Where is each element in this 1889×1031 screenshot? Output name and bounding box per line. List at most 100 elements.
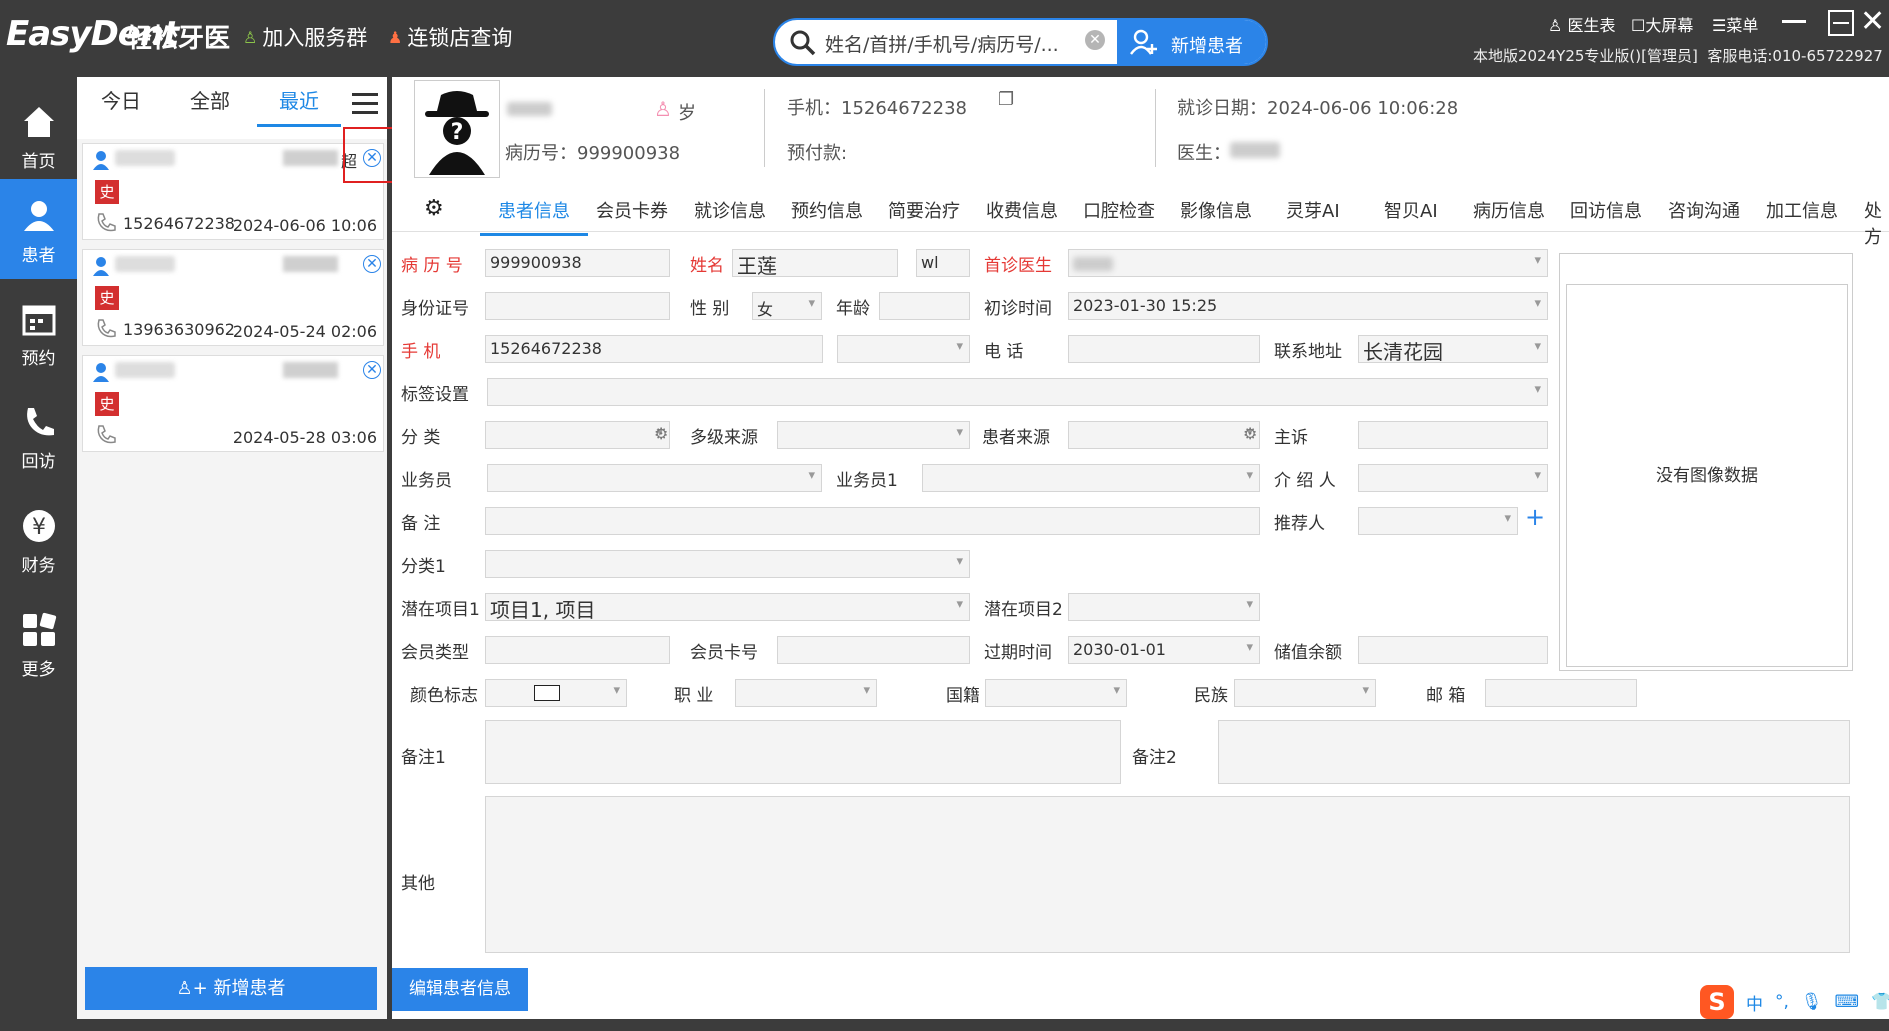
other-field[interactable] [485, 796, 1850, 953]
history-tag: 史 [95, 180, 119, 204]
patient-card[interactable]: ✕ 史 2024-05-28 03:06 [82, 355, 384, 452]
maximize-button[interactable] [1828, 10, 1854, 36]
tab-imaging[interactable]: 影像信息 [1180, 197, 1252, 223]
referrer-select[interactable] [1358, 507, 1518, 535]
potential2-label: 潜在项目2 [984, 600, 1063, 620]
sidebar-item-appointment[interactable]: 预约 [0, 282, 77, 382]
image-area[interactable]: 没有图像数据 [1566, 284, 1848, 667]
email-field[interactable] [1485, 679, 1637, 707]
category1-select[interactable] [485, 550, 970, 578]
microphone-icon[interactable]: 🎙 [1801, 992, 1823, 1012]
patient-search[interactable]: 姓名/首拼/手机号/病历号/... ✕ 新增患者 [773, 18, 1268, 66]
tab-all[interactable]: 全部 [190, 85, 230, 114]
first-doctor-select[interactable] [1068, 249, 1548, 277]
tel-field[interactable] [1068, 335, 1260, 363]
search-input[interactable]: 姓名/首拼/手机号/病历号/... [825, 30, 1059, 57]
chinese-mode-toggle[interactable]: 中 [1746, 990, 1763, 1015]
record-no-field[interactable]: 999900938 [485, 249, 670, 277]
age-field[interactable] [879, 292, 970, 320]
tab-member-card[interactable]: 会员卡券 [596, 197, 668, 223]
patient-card[interactable]: 超 ✕ 史 15264672238 2024-06-06 10:06 [82, 143, 384, 240]
complaint-field[interactable] [1358, 421, 1548, 449]
gender-select[interactable]: 女 [752, 292, 822, 320]
patient-card[interactable]: ✕ 史 13963630962 2024-05-24 02:06 [82, 249, 384, 346]
punctuation-icon[interactable]: °, [1775, 992, 1789, 1012]
color-select[interactable] [485, 679, 627, 707]
patient-tabs: ⚙ 患者信息 会员卡券 就诊信息 预约信息 简要治疗 收费信息 口腔检查 影像信… [392, 189, 1889, 248]
tab-brief-treatment[interactable]: 简要治疗 [888, 197, 960, 223]
add-patient-button[interactable]: ♙+ 新增患者 [85, 967, 377, 1010]
name-field[interactable]: 王莲 [732, 249, 898, 277]
salesman1-select[interactable] [922, 464, 1260, 492]
patient-source-select[interactable] [1068, 421, 1260, 449]
person-icon [93, 363, 109, 382]
join-group-link[interactable]: ♙ 加入服务群 [243, 22, 367, 52]
mobile-field[interactable]: 15264672238 [485, 335, 823, 363]
remark-field[interactable] [485, 507, 1260, 535]
salesman-select[interactable] [487, 464, 822, 492]
skin-icon[interactable]: 👕 [1871, 992, 1889, 1012]
nation-select[interactable] [985, 679, 1127, 707]
tab-consultation[interactable]: 咨询沟通 [1668, 197, 1740, 223]
close-card-icon[interactable]: ✕ [363, 361, 381, 379]
chain-query-link[interactable]: ♟ 连锁店查询 [388, 22, 512, 52]
doctor-table-link[interactable]: ♙ 医生表 [1548, 12, 1615, 36]
short-name-field[interactable]: wl [916, 249, 970, 277]
tab-fee-info[interactable]: 收费信息 [986, 197, 1058, 223]
tab-recent[interactable]: 最近 [257, 85, 341, 127]
clear-search-icon[interactable]: ✕ [1085, 30, 1105, 50]
tab-medical-record[interactable]: 病历信息 [1473, 197, 1545, 223]
tab-zhibei-ai[interactable]: 智贝AI [1384, 197, 1438, 223]
tab-visit-info[interactable]: 就诊信息 [694, 197, 766, 223]
copy-icon[interactable]: ❐ [998, 89, 1014, 110]
tab-appointment-info[interactable]: 预约信息 [791, 197, 863, 223]
gear-icon[interactable]: ⚙ [654, 424, 668, 443]
gear-icon[interactable]: ⚙ [1243, 424, 1257, 443]
keyboard-icon[interactable]: ⌨ [1835, 992, 1860, 1012]
category-select[interactable] [485, 421, 670, 449]
tab-lingya-ai[interactable]: 灵芽AI [1286, 197, 1340, 223]
sidebar-item-patient[interactable]: 患者 [0, 179, 77, 279]
top-new-patient-button[interactable]: 新增患者 [1117, 20, 1266, 64]
patient-avatar[interactable]: ? [414, 80, 500, 178]
multi-source-select[interactable] [777, 421, 970, 449]
remark2-field[interactable] [1218, 720, 1850, 784]
menu-link[interactable]: ☰菜单 [1712, 12, 1758, 36]
sidebar-item-callback[interactable]: 回访 [0, 385, 77, 485]
address-select[interactable]: 长清花园 [1358, 335, 1548, 363]
member-type-field[interactable] [485, 636, 670, 664]
sidebar-item-home[interactable]: 首页 [0, 85, 77, 185]
search-icon [790, 30, 816, 56]
sidebar-item-more[interactable]: 更多 [0, 593, 77, 693]
potential2-select[interactable] [1068, 593, 1260, 621]
balance-field[interactable] [1358, 636, 1548, 664]
edit-patient-button[interactable]: 编辑患者信息 [392, 968, 528, 1011]
ethnic-select[interactable] [1234, 679, 1376, 707]
list-menu-icon[interactable] [352, 91, 378, 115]
minimize-button[interactable] [1782, 20, 1806, 23]
close-window-button[interactable]: ✕ [1860, 4, 1885, 39]
referrer-label: 推荐人 [1274, 514, 1325, 534]
expire-select[interactable]: 2030-01-01 [1068, 636, 1260, 664]
tab-oral-exam[interactable]: 口腔检查 [1083, 197, 1155, 223]
close-card-icon[interactable]: ✕ [363, 255, 381, 273]
sidebar-item-finance[interactable]: ¥ 财务 [0, 489, 77, 589]
remark1-field[interactable] [485, 720, 1121, 784]
big-screen-link[interactable]: ☐大屏幕 [1631, 12, 1693, 36]
id-field[interactable] [485, 292, 670, 320]
tab-today[interactable]: 今日 [101, 85, 141, 114]
sogou-icon[interactable]: S [1700, 985, 1734, 1019]
tab-callback-info[interactable]: 回访信息 [1570, 197, 1642, 223]
card-no-field[interactable] [777, 636, 970, 664]
first-visit-select[interactable]: 2023-01-30 15:25 [1068, 292, 1548, 320]
plus-icon[interactable]: + [1525, 503, 1545, 531]
tel-label: 电 话 [984, 342, 1024, 362]
settings-gear-icon[interactable]: ⚙ [424, 196, 444, 221]
job-select[interactable] [735, 679, 877, 707]
introducer-select[interactable] [1358, 464, 1548, 492]
remark-label: 备 注 [401, 514, 441, 534]
mobile-type-select[interactable] [837, 335, 970, 363]
tags-select[interactable] [487, 378, 1548, 406]
tab-processing[interactable]: 加工信息 [1766, 197, 1838, 223]
potential1-select[interactable]: 项目1, 项目 [485, 593, 970, 621]
